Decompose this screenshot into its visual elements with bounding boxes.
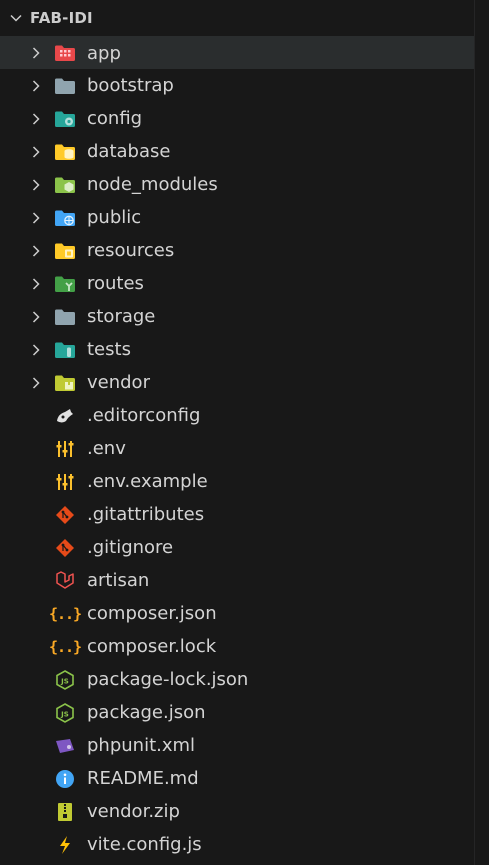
editorconfig-icon xyxy=(54,406,76,426)
folder-row[interactable]: storage xyxy=(0,300,489,333)
item-label: package.json xyxy=(87,702,206,723)
folder-test-icon xyxy=(54,340,76,360)
chevron-right-icon[interactable] xyxy=(28,45,44,61)
item-label: public xyxy=(87,207,142,228)
git-icon xyxy=(54,538,76,558)
item-label: artisan xyxy=(87,570,150,591)
folder-row[interactable]: config xyxy=(0,102,489,135)
item-label: .editorconfig xyxy=(87,405,201,426)
svg-text:JS: JS xyxy=(60,710,69,718)
file-row[interactable]: .editorconfig xyxy=(0,399,489,432)
chevron-right-icon[interactable] xyxy=(28,144,44,160)
item-label: storage xyxy=(87,306,156,327)
chevron-right-icon[interactable] xyxy=(28,78,44,94)
file-row[interactable]: {..} composer.json xyxy=(0,597,489,630)
folder-row[interactable]: resources xyxy=(0,234,489,267)
svg-text:JS: JS xyxy=(60,677,69,685)
folder-row[interactable]: node_modules xyxy=(0,168,489,201)
nodejs-icon: JS xyxy=(54,702,76,723)
chevron-right-icon[interactable] xyxy=(28,111,44,127)
item-label: vendor xyxy=(87,372,150,393)
explorer-section-header[interactable]: FAB-IDI xyxy=(0,0,489,36)
item-label: .gitignore xyxy=(87,537,174,558)
chevron-right-icon[interactable] xyxy=(28,342,44,358)
chevron-right-icon[interactable] xyxy=(28,276,44,292)
chevron-right-icon[interactable] xyxy=(28,243,44,259)
nodejs-icon: JS xyxy=(54,669,76,690)
item-label: .gitattributes xyxy=(87,504,205,525)
folder-row[interactable]: bootstrap xyxy=(0,69,489,102)
item-label: tests xyxy=(87,339,131,360)
file-row[interactable]: .env xyxy=(0,432,489,465)
folder-routes-icon xyxy=(54,274,76,294)
chevron-down-icon xyxy=(8,10,24,26)
chevron-right-icon[interactable] xyxy=(28,177,44,193)
file-row[interactable]: vite.config.js xyxy=(0,828,489,861)
vertical-scrollbar[interactable] xyxy=(474,0,489,865)
folder-row[interactable]: routes xyxy=(0,267,489,300)
item-label: config xyxy=(87,108,143,129)
file-row[interactable]: artisan xyxy=(0,564,489,597)
item-label: routes xyxy=(87,273,144,294)
file-row[interactable]: .gitignore xyxy=(0,531,489,564)
item-label: vite.config.js xyxy=(87,834,202,855)
file-tree: app bootstrap config database node_modulespu… xyxy=(0,36,489,861)
file-row[interactable]: JS package-lock.json xyxy=(0,663,489,696)
folder-app-icon xyxy=(54,43,76,63)
folder-resources-icon xyxy=(54,241,76,261)
zip-icon xyxy=(54,802,76,822)
json-braces-icon: {..} xyxy=(48,637,82,656)
item-label: .env xyxy=(87,438,126,459)
chevron-right-icon[interactable] xyxy=(28,309,44,325)
item-label: README.md xyxy=(87,768,199,789)
file-row[interactable]: JS package.json xyxy=(0,696,489,729)
folder-database-icon xyxy=(54,142,76,162)
item-label: bootstrap xyxy=(87,75,174,96)
folder-row[interactable]: public xyxy=(0,201,489,234)
item-label: composer.lock xyxy=(87,636,217,657)
phpunit-icon xyxy=(54,736,76,756)
folder-config-icon xyxy=(54,109,76,129)
chevron-right-icon[interactable] xyxy=(28,375,44,391)
file-explorer: FAB-IDI app bootstrap config database node_m… xyxy=(0,0,489,865)
chevron-right-icon[interactable] xyxy=(28,210,44,226)
file-row[interactable]: .env.example xyxy=(0,465,489,498)
laravel-icon xyxy=(54,570,76,591)
item-label: app xyxy=(87,42,121,64)
git-icon xyxy=(54,505,76,525)
workspace-title: FAB-IDI xyxy=(30,9,93,27)
file-row[interactable]: vendor.zip xyxy=(0,795,489,828)
file-row[interactable]: phpunit.xml xyxy=(0,729,489,762)
folder-icon xyxy=(54,76,76,96)
vite-icon xyxy=(54,835,76,855)
info-icon xyxy=(54,769,76,789)
env-settings-icon xyxy=(54,472,76,492)
item-label: phpunit.xml xyxy=(87,735,196,756)
folder-icon xyxy=(54,307,76,327)
item-label: package-lock.json xyxy=(87,669,249,690)
folder-row[interactable]: app xyxy=(0,36,489,69)
folder-row[interactable]: database xyxy=(0,135,489,168)
folder-public-icon xyxy=(54,208,76,228)
item-label: .env.example xyxy=(87,471,208,492)
item-label: node_modules xyxy=(87,174,218,195)
folder-row[interactable]: tests xyxy=(0,333,489,366)
item-label: database xyxy=(87,141,171,162)
folder-node-icon xyxy=(54,175,76,195)
json-braces-icon: {..} xyxy=(48,604,82,623)
item-label: vendor.zip xyxy=(87,801,180,822)
folder-row[interactable]: vendor xyxy=(0,366,489,399)
folder-vendor-icon xyxy=(54,373,76,393)
item-label: resources xyxy=(87,240,175,261)
file-row[interactable]: .gitattributes xyxy=(0,498,489,531)
file-row[interactable]: {..} composer.lock xyxy=(0,630,489,663)
env-settings-icon xyxy=(54,439,76,459)
item-label: composer.json xyxy=(87,603,217,624)
file-row[interactable]: README.md xyxy=(0,762,489,795)
